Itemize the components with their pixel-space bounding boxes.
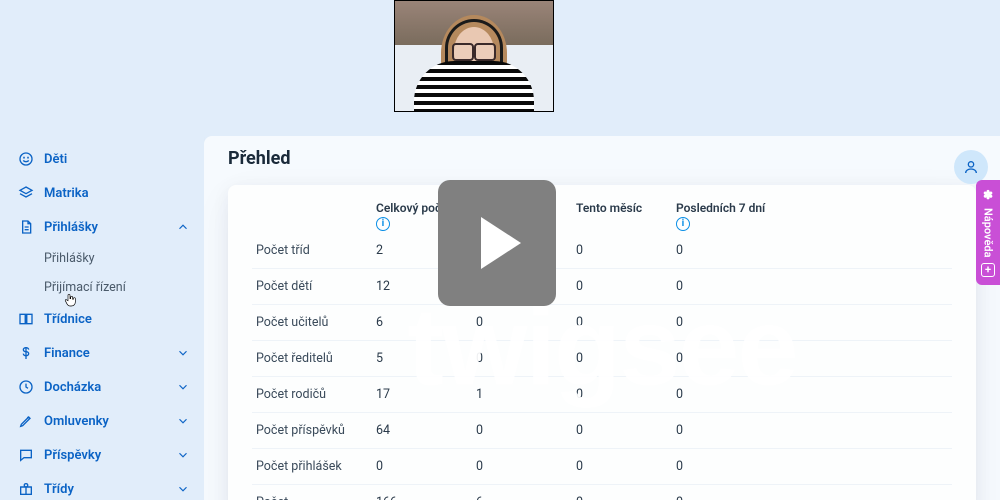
- row-label: Počet přihlášek: [252, 449, 372, 485]
- layers-icon: [18, 185, 34, 201]
- cell-this: 0: [572, 305, 672, 341]
- col-this: Tento měsíc: [572, 195, 672, 233]
- cell-last7: 0: [672, 305, 952, 341]
- sidebar-item-label: Příspěvky: [44, 448, 166, 463]
- cell-prev: 0: [472, 305, 572, 341]
- cell-this: 0: [572, 413, 672, 449]
- smile-icon: [18, 151, 34, 167]
- cell-total: 64: [372, 413, 472, 449]
- info-icon[interactable]: i: [676, 217, 690, 231]
- col-last7: Posledních 7 dníi: [672, 195, 952, 233]
- cell-total: 17: [372, 377, 472, 413]
- help-tab-label: Nápověda: [982, 208, 995, 257]
- chevron-down-icon: [176, 414, 190, 428]
- cell-last7: 0: [672, 233, 952, 269]
- cell-this: 0: [572, 449, 672, 485]
- table-row: Počet učitelů6000: [252, 305, 952, 341]
- sidebar-item-label: Matrika: [44, 186, 190, 201]
- cell-prev: 0: [472, 413, 572, 449]
- main-panel: twigsee Přehled Celkový početiMinulý měs…: [204, 136, 1000, 500]
- page-title: Přehled: [228, 148, 976, 169]
- cell-this: 0: [572, 341, 672, 377]
- sidebar-item-tridnice[interactable]: Třídnice: [0, 302, 204, 336]
- dollar-icon: [18, 345, 34, 361]
- cell-total: 5: [372, 341, 472, 377]
- sidebar-item-finance[interactable]: Finance: [0, 336, 204, 370]
- sidebar-item-label: Přihlášky: [44, 220, 166, 235]
- sidebar-item-label: Omluvenky: [44, 414, 166, 429]
- pencil-icon: [18, 413, 34, 429]
- table-row: Počet tříd2000: [252, 233, 952, 269]
- chevron-down-icon: [176, 346, 190, 360]
- plus-icon: +: [981, 263, 995, 277]
- row-label: Počet ředitelů: [252, 341, 372, 377]
- cell-prev: 0: [472, 449, 572, 485]
- row-label: Počet: [252, 485, 372, 500]
- sidebar-item-omluvenky[interactable]: Omluvenky: [0, 404, 204, 438]
- cell-last7: 0: [672, 377, 952, 413]
- sidebar-item-deti[interactable]: Děti: [0, 142, 204, 176]
- col-label: [252, 195, 372, 233]
- table-row: Počet přihlášek0000: [252, 449, 952, 485]
- cursor-hand-icon: [62, 291, 78, 309]
- cell-prev: 1: [472, 377, 572, 413]
- chevron-up-icon: [176, 220, 190, 234]
- cell-this: 0: [572, 377, 672, 413]
- cell-last7: 0: [672, 269, 952, 305]
- cell-this: 0: [572, 269, 672, 305]
- cell-this: 0: [572, 233, 672, 269]
- sidebar-subitem-prihlasky-sub[interactable]: Přihlášky: [0, 244, 204, 273]
- table-row: Počet dětí12000: [252, 269, 952, 305]
- sidebar-item-label: Třídy: [44, 482, 166, 497]
- chevron-down-icon: [176, 482, 190, 496]
- clock-icon: [18, 379, 34, 395]
- sidebar-item-prihlasky[interactable]: Přihlášky: [0, 210, 204, 244]
- webcam-thumbnail: [394, 0, 554, 112]
- sidebar-subitem-prijimaci-rizeni[interactable]: Přijímací řízení: [0, 273, 204, 302]
- play-icon: [481, 217, 521, 269]
- sidebar-item-label: Třídnice: [44, 312, 190, 327]
- cell-total: 166: [372, 485, 472, 500]
- sidebar-item-label: Děti: [44, 152, 190, 167]
- cell-last7: 0: [672, 413, 952, 449]
- sidebar-item-prispevky[interactable]: Příspěvky: [0, 438, 204, 472]
- cell-last7: 0: [672, 449, 952, 485]
- row-label: Počet dětí: [252, 269, 372, 305]
- row-label: Počet příspěvků: [252, 413, 372, 449]
- sidebar-item-dochazka[interactable]: Docházka: [0, 370, 204, 404]
- overview-card: Celkový početiMinulý měsíciTento měsícPo…: [228, 185, 976, 500]
- chevron-down-icon: [176, 448, 190, 462]
- cell-prev: 6: [472, 485, 572, 500]
- help-tab[interactable]: ✽ Nápověda +: [976, 180, 1000, 285]
- sidebar: DětiMatrikaPřihláškyPřihláškyPřijímací ř…: [0, 136, 204, 500]
- cell-prev: 0: [472, 341, 572, 377]
- table-row: Počet166600: [252, 485, 952, 500]
- table-row: Počet příspěvků64000: [252, 413, 952, 449]
- chevron-down-icon: [176, 380, 190, 394]
- cell-total: 0: [372, 449, 472, 485]
- book-icon: [18, 311, 34, 327]
- sidebar-item-matrika[interactable]: Matrika: [0, 176, 204, 210]
- play-button[interactable]: [438, 180, 556, 306]
- sidebar-item-tridy[interactable]: Třídy: [0, 472, 204, 500]
- sparkle-icon: ✽: [981, 188, 995, 202]
- info-icon[interactable]: i: [376, 217, 390, 231]
- row-label: Počet tříd: [252, 233, 372, 269]
- table-row: Počet ředitelů5000: [252, 341, 952, 377]
- row-label: Počet rodičů: [252, 377, 372, 413]
- table-row: Počet rodičů17100: [252, 377, 952, 413]
- cell-last7: 0: [672, 341, 952, 377]
- overview-table: Celkový početiMinulý měsíciTento měsícPo…: [252, 195, 952, 500]
- sidebar-item-label: Docházka: [44, 380, 166, 395]
- chat-icon: [18, 447, 34, 463]
- cell-this: 0: [572, 485, 672, 500]
- gift-icon: [18, 481, 34, 497]
- row-label: Počet učitelů: [252, 305, 372, 341]
- file-icon: [18, 219, 34, 235]
- cell-last7: 0: [672, 485, 952, 500]
- cell-total: 6: [372, 305, 472, 341]
- sidebar-item-label: Finance: [44, 346, 166, 361]
- profile-avatar[interactable]: [954, 150, 988, 184]
